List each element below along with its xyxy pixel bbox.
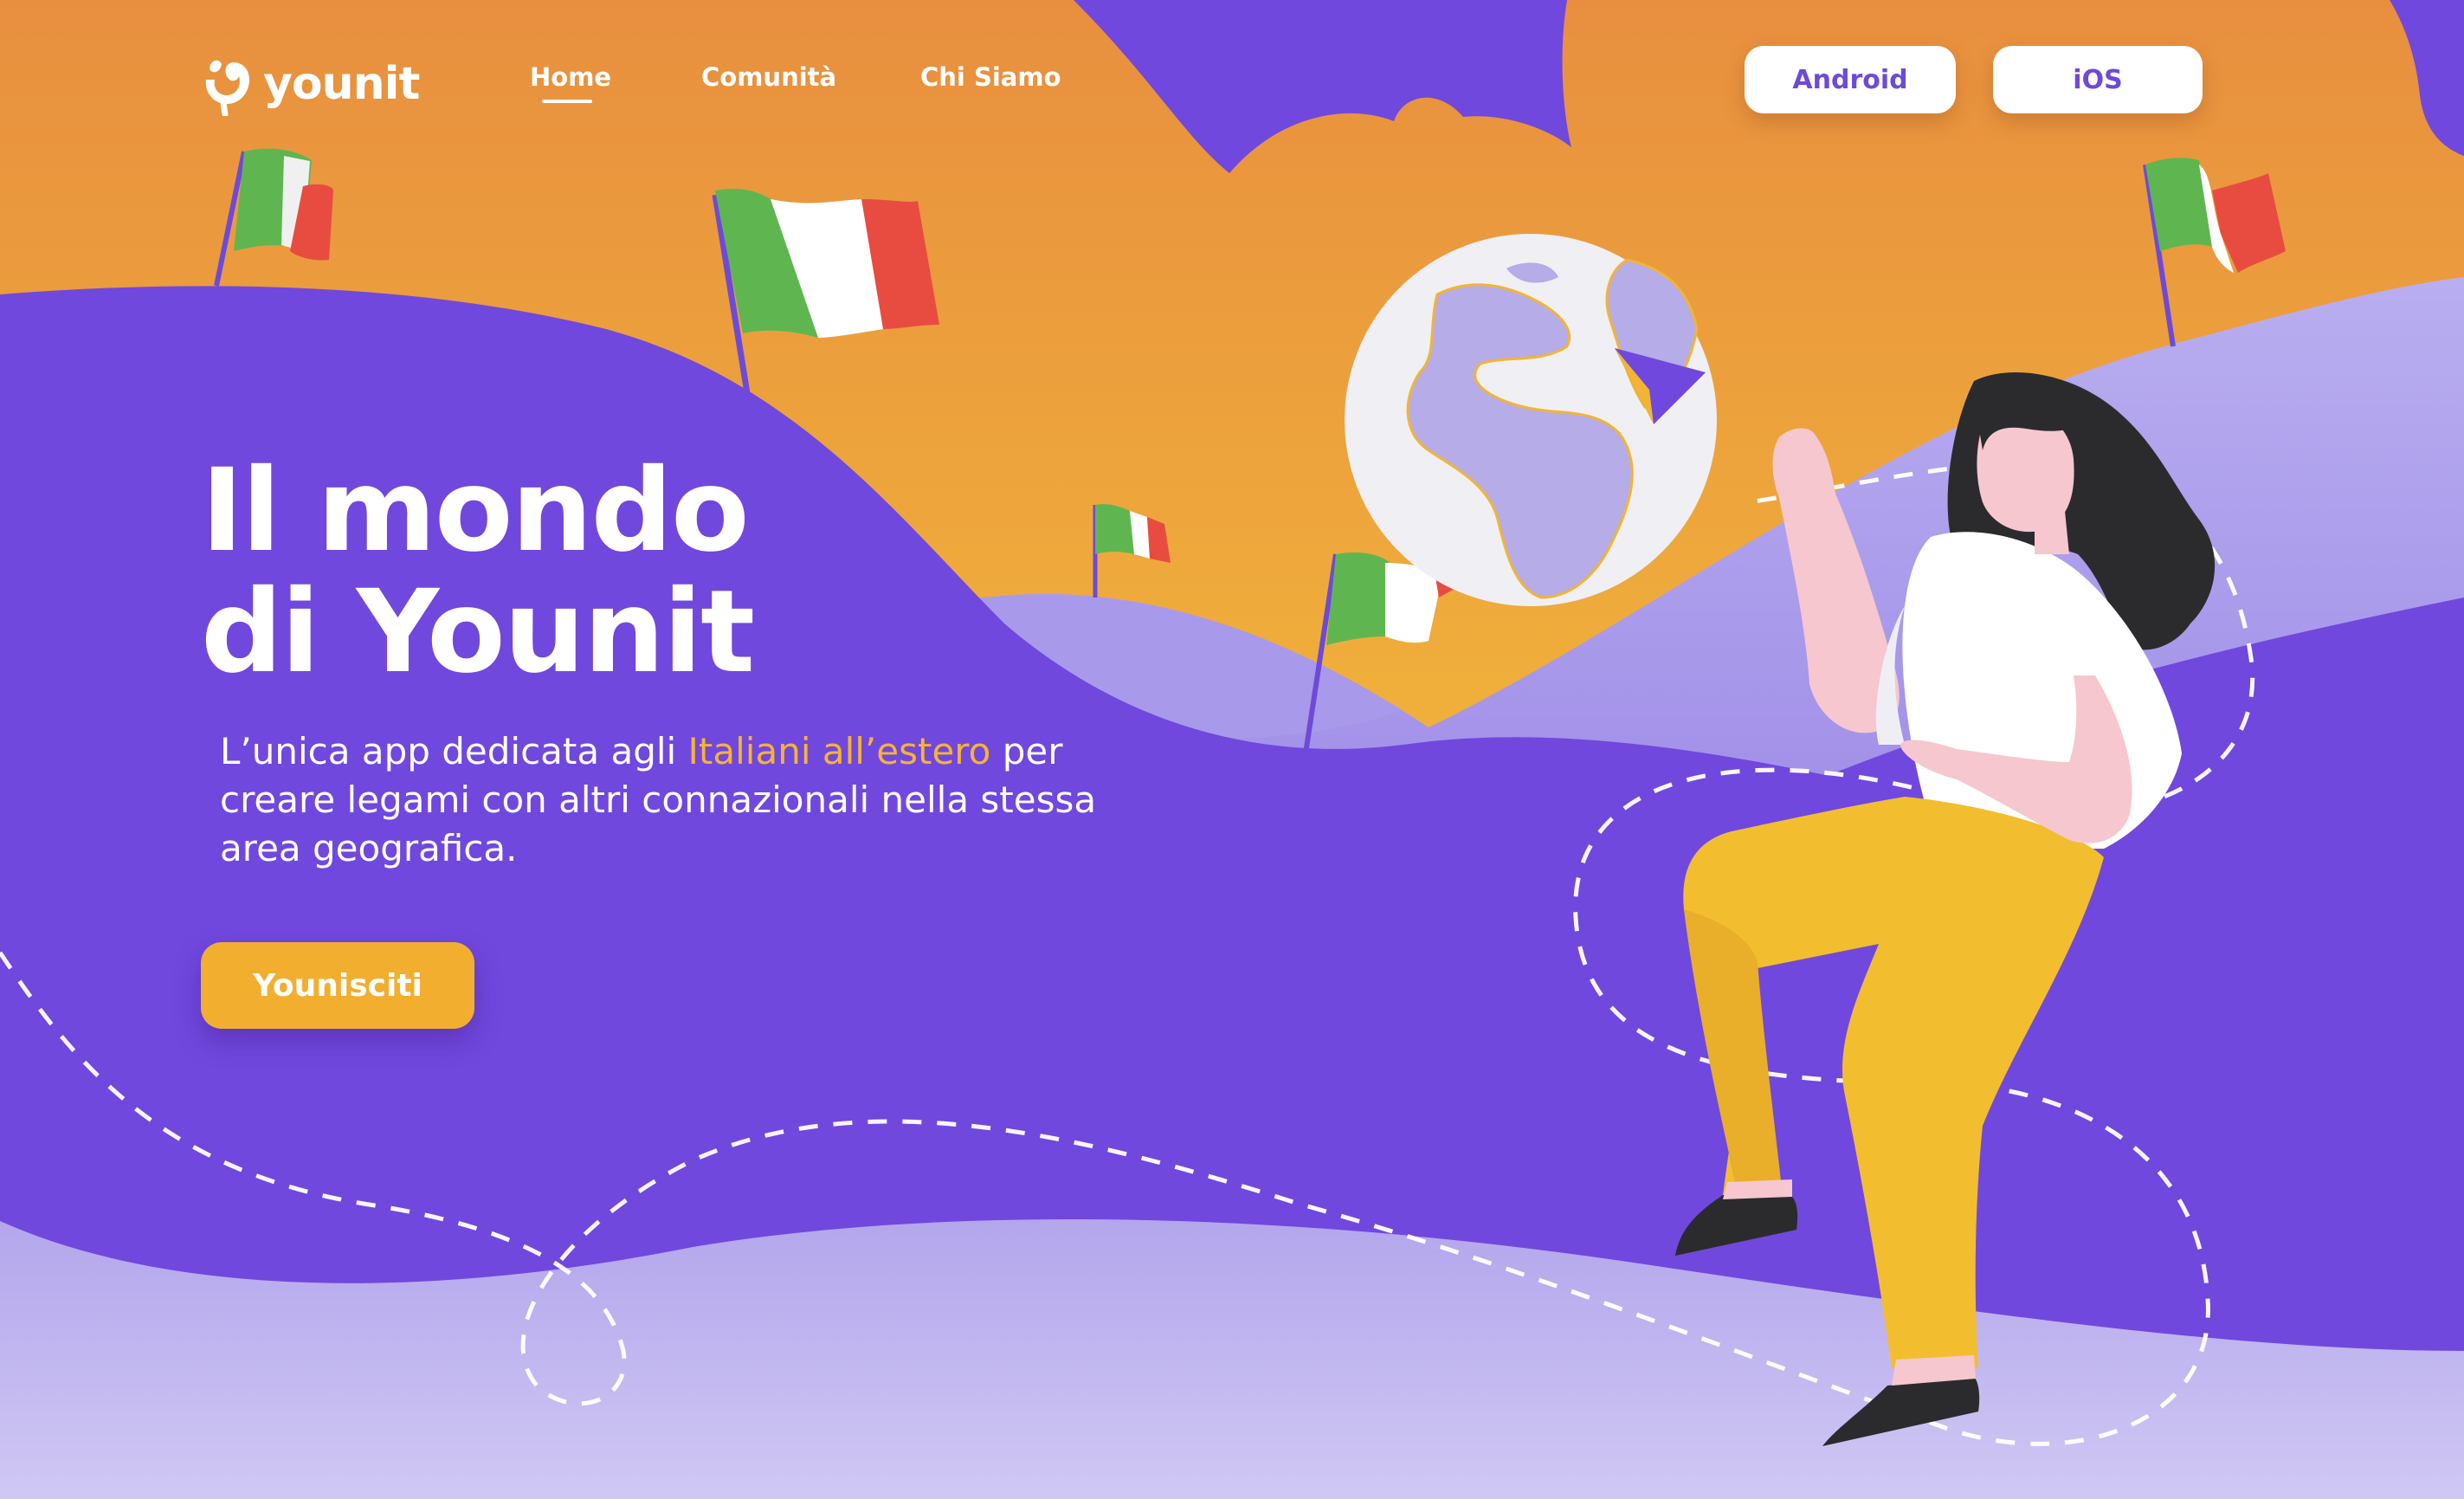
nav-active-indicator: [542, 100, 592, 103]
nav-comunita[interactable]: Comunità: [701, 62, 836, 92]
younisciti-button[interactable]: Younisciti: [201, 942, 474, 1029]
nav-chi-siamo[interactable]: Chi Siamo: [920, 62, 1061, 92]
hero-title-line2: di Younit: [201, 565, 755, 699]
logo-text: younit: [263, 58, 420, 110]
hero-title-line1: Il mondo: [201, 444, 750, 578]
ios-button[interactable]: iOS: [1993, 46, 2203, 113]
younit-logo-icon: [205, 60, 249, 116]
android-button[interactable]: Android: [1745, 46, 1956, 113]
brand-logo[interactable]: younit: [201, 52, 420, 116]
hero-subtitle: L’unica app dedicata agli Italiani all’e…: [220, 727, 1155, 873]
hero-title: Il mondo di Younit: [201, 450, 859, 693]
subtitle-text-before: L’unica app dedicata agli: [220, 730, 688, 772]
subtitle-highlight: Italiani all’estero: [687, 730, 991, 772]
globe-icon: [1345, 234, 1717, 606]
nav-home[interactable]: Home: [530, 62, 611, 92]
